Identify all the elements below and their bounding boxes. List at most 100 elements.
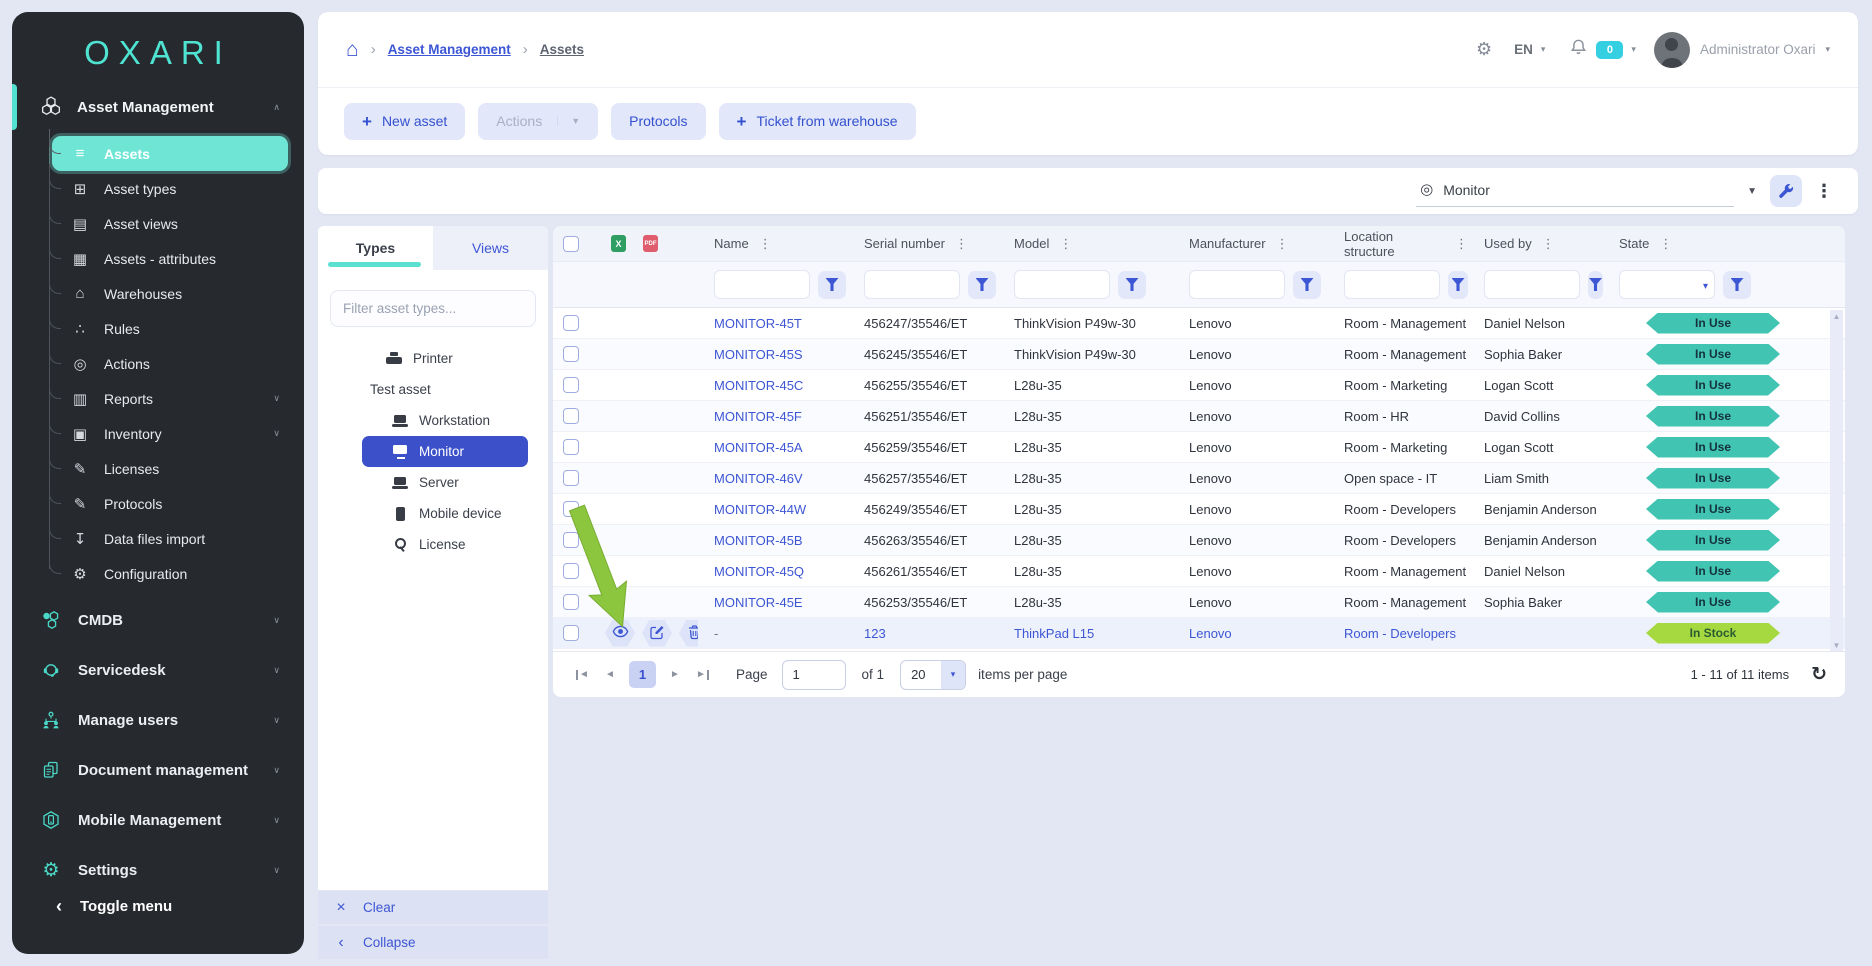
chevron-down-icon[interactable]: ▼ <box>1747 186 1757 197</box>
filter-input-location-structure[interactable] <box>1344 270 1440 299</box>
sidebar-group-manage-users[interactable]: Manage users∨ <box>12 695 304 745</box>
filter-funnel-button[interactable] <box>818 271 846 299</box>
kebab-menu-icon[interactable]: ⋮ <box>1815 181 1834 202</box>
asset-type-select[interactable]: Monitor <box>1416 175 1734 207</box>
gear-icon[interactable]: ⚙ <box>1476 39 1492 60</box>
cell-name[interactable]: MONITOR-45A <box>698 440 848 455</box>
sidebar-item-inventory[interactable]: ▣Inventory∨ <box>52 416 288 451</box>
filter-input-used-by[interactable] <box>1484 270 1580 299</box>
sidebar-group-servicedesk[interactable]: Servicedesk∨ <box>12 645 304 695</box>
delete-button[interactable] <box>679 620 698 647</box>
table-row[interactable]: MONITOR-44W456249/35546/ETL28u-35LenovoR… <box>553 494 1845 525</box>
filter-input-serial-number[interactable] <box>864 270 960 299</box>
ticket-from-warehouse-button[interactable]: + Ticket from warehouse <box>719 103 916 140</box>
sidebar-item-warehouses[interactable]: ⌂Warehouses <box>52 276 288 311</box>
notifications-control[interactable]: 0 ▾ <box>1569 38 1636 62</box>
cell-serial[interactable]: 123 <box>848 626 998 641</box>
table-row[interactable]: MONITOR-45E456253/35546/ETL28u-35LenovoR… <box>553 587 1845 618</box>
tree-item-license[interactable]: License <box>318 529 548 560</box>
toggle-menu-button[interactable]: ‹ Toggle menu <box>12 886 304 926</box>
row-checkbox[interactable] <box>563 625 579 641</box>
cell-name[interactable]: MONITOR-45C <box>698 378 848 393</box>
asset-type-filter-input[interactable] <box>330 290 536 327</box>
row-checkbox[interactable] <box>563 594 579 610</box>
sidebar-item-actions[interactable]: ◎Actions <box>52 346 288 381</box>
filter-funnel-button[interactable] <box>1588 271 1603 299</box>
cell-manufacturer[interactable]: Lenovo <box>1173 626 1328 641</box>
sidebar-item-protocols[interactable]: ✎Protocols <box>52 486 288 521</box>
pager-page-1-button[interactable]: 1 <box>629 661 656 688</box>
table-row[interactable]: MONITOR-45B456263/35546/ETL28u-35LenovoR… <box>553 525 1845 556</box>
pager-last-button[interactable]: ► <box>688 662 714 688</box>
sidebar-group-mobile-management[interactable]: Mobile Management∨ <box>12 795 304 845</box>
sidebar-item-reports[interactable]: ▥Reports∨ <box>52 381 288 416</box>
new-asset-button[interactable]: + New asset <box>344 103 465 140</box>
cell-location[interactable]: Room - Developers <box>1328 626 1468 641</box>
table-row[interactable]: MONITOR-45S456245/35546/ETThinkVision P4… <box>553 339 1845 370</box>
filter-funnel-button[interactable] <box>1448 271 1468 299</box>
sidebar-item-asset-views[interactable]: ▤Asset views <box>52 206 288 241</box>
excel-export-icon[interactable]: X <box>611 235 626 252</box>
select-all-checkbox[interactable] <box>563 236 579 252</box>
pager-previous-button[interactable]: ◄ <box>597 662 623 688</box>
tree-item-workstation[interactable]: Workstation <box>318 405 548 436</box>
tab-types[interactable]: Types <box>318 226 433 270</box>
row-checkbox[interactable] <box>563 532 579 548</box>
cell-name[interactable]: MONITOR-45E <box>698 595 848 610</box>
scroll-up-icon[interactable]: ▲ <box>1830 310 1843 323</box>
filter-input-state[interactable] <box>1619 270 1715 299</box>
row-checkbox[interactable] <box>563 439 579 455</box>
column-menu-icon[interactable] <box>1276 236 1289 252</box>
sidebar-group-asset-management[interactable]: Asset Management ∧ <box>12 86 304 128</box>
vertical-scrollbar[interactable]: ▲ ▼ <box>1830 310 1843 652</box>
tree-item-mobile-device[interactable]: Mobile device <box>318 498 548 529</box>
actions-button[interactable]: Actions ▼ <box>478 103 598 140</box>
cell-name[interactable]: MONITOR-44W <box>698 502 848 517</box>
tree-item-test-asset[interactable]: Test asset <box>318 374 548 405</box>
cell-name[interactable]: MONITOR-45S <box>698 347 848 362</box>
filter-input-name[interactable] <box>714 270 810 299</box>
page-number-input[interactable] <box>782 660 846 690</box>
filter-funnel-button[interactable] <box>1293 271 1321 299</box>
table-row[interactable]: MONITOR-45F456251/35546/ETL28u-35LenovoR… <box>553 401 1845 432</box>
tree-item-server[interactable]: Server <box>318 467 548 498</box>
row-checkbox[interactable] <box>563 408 579 424</box>
cell-model[interactable]: ThinkPad L15 <box>998 626 1173 641</box>
sidebar-group-document-management[interactable]: Document management∨ <box>12 745 304 795</box>
view-button[interactable] <box>605 620 635 647</box>
language-selector[interactable]: EN ▾ <box>1514 42 1545 57</box>
sidebar-item-assets-attributes[interactable]: ▦Assets - attributes <box>52 241 288 276</box>
avatar[interactable] <box>1654 32 1690 68</box>
clear-button[interactable]: × Clear <box>318 891 548 924</box>
pager-next-button[interactable]: ► <box>662 662 688 688</box>
row-checkbox[interactable] <box>563 346 579 362</box>
column-menu-icon[interactable] <box>1542 236 1555 252</box>
column-menu-icon[interactable] <box>1659 236 1672 252</box>
home-icon[interactable]: ⌂ <box>346 38 359 62</box>
sidebar-item-rules[interactable]: ∴Rules <box>52 311 288 346</box>
sidebar-item-configuration[interactable]: ⚙Configuration <box>52 556 288 591</box>
table-row[interactable]: MONITOR-45Q456261/35546/ETL28u-35LenovoR… <box>553 556 1845 587</box>
sidebar-item-asset-types[interactable]: ⊞Asset types <box>52 171 288 206</box>
items-per-page-select[interactable]: 20 <box>900 660 966 690</box>
sidebar-item-data-files-import[interactable]: ↧Data files import <box>52 521 288 556</box>
column-menu-icon[interactable] <box>1059 236 1072 252</box>
row-checkbox[interactable] <box>563 377 579 393</box>
pdf-export-icon[interactable]: PDF <box>643 235 658 252</box>
filter-funnel-button[interactable] <box>968 271 996 299</box>
row-checkbox[interactable] <box>563 563 579 579</box>
edit-button[interactable] <box>642 620 672 647</box>
chevron-down-icon[interactable]: ▾ <box>1825 44 1830 55</box>
tab-views[interactable]: Views <box>433 226 548 270</box>
row-checkbox[interactable] <box>563 315 579 331</box>
table-row[interactable]: -123ThinkPad L15LenovoRoom - DevelopersI… <box>553 618 1845 649</box>
tree-item-monitor[interactable]: Monitor <box>362 436 528 467</box>
tree-item-printer[interactable]: Printer <box>318 343 548 374</box>
cell-name[interactable]: MONITOR-45T <box>698 316 848 331</box>
row-checkbox[interactable] <box>563 470 579 486</box>
refresh-icon[interactable] <box>1811 663 1827 686</box>
breadcrumb-assets[interactable]: Assets <box>540 42 584 57</box>
table-row[interactable]: MONITOR-45A456259/35546/ETL28u-35LenovoR… <box>553 432 1845 463</box>
column-menu-icon[interactable] <box>759 236 772 252</box>
cell-name[interactable]: MONITOR-45B <box>698 533 848 548</box>
